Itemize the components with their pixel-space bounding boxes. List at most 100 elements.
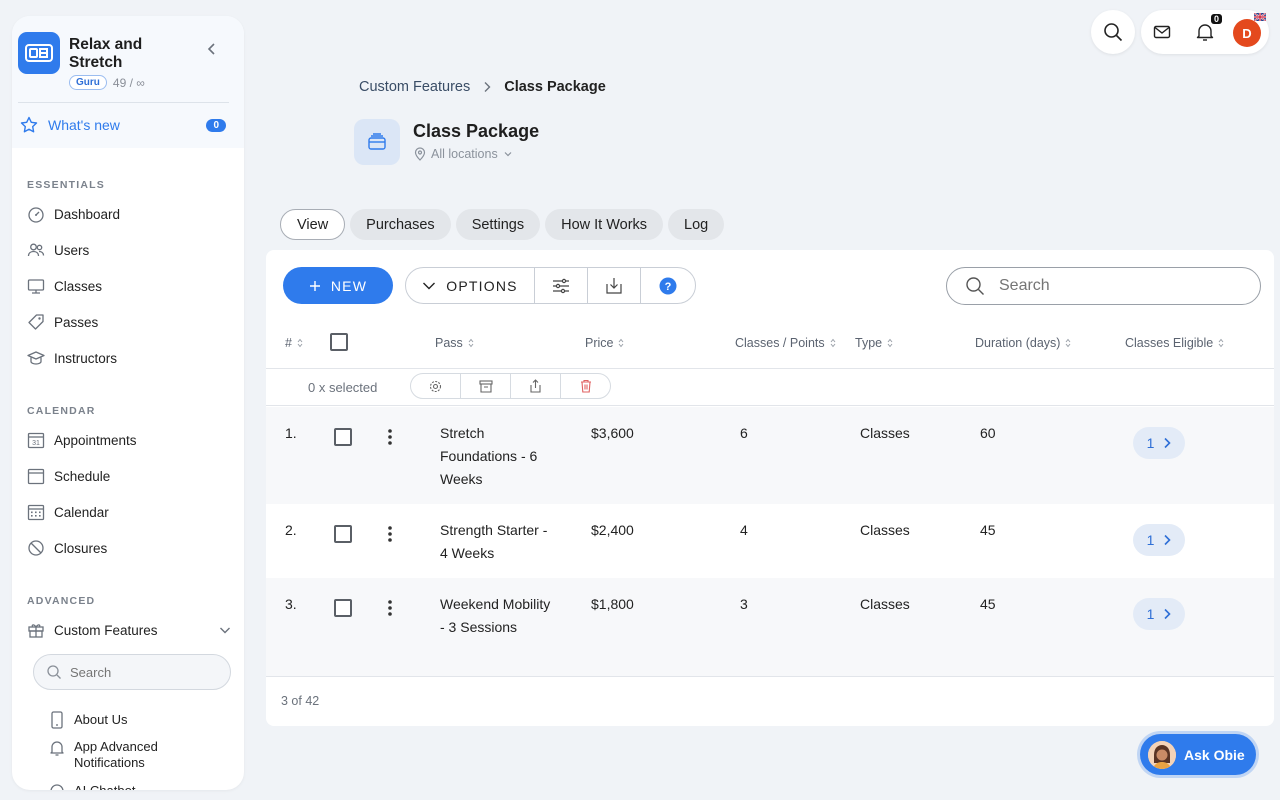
classes-eligible-button[interactable]: 1 [1133, 427, 1185, 459]
breadcrumb-current: Class Package [504, 79, 606, 95]
plan-badge: Guru [69, 75, 107, 90]
tab-log[interactable]: Log [668, 209, 725, 240]
section-essentials: ESSENTIALS [27, 179, 105, 191]
new-button[interactable]: NEW [283, 267, 393, 304]
business-logo[interactable] [18, 32, 60, 74]
sidebar-item-label: Classes [54, 278, 103, 294]
tab-settings[interactable]: Settings [455, 209, 541, 240]
column-label: Price [585, 336, 614, 350]
notifications-icon[interactable] [1196, 22, 1214, 42]
eligible-count: 1 [1146, 606, 1155, 622]
header-divider [266, 368, 1274, 369]
pass-classes: 6 [740, 425, 748, 441]
section-advanced: ADVANCED [27, 595, 96, 607]
column-header-number[interactable]: # [285, 336, 303, 350]
more-vertical-icon[interactable] [386, 599, 394, 617]
closures-icon [27, 539, 45, 557]
column-header-price[interactable]: Price [585, 336, 624, 350]
sidebar-item-custom-features[interactable]: Custom Features [27, 617, 232, 643]
more-vertical-icon[interactable] [386, 525, 394, 543]
map-pin-icon [414, 147, 426, 161]
sort-icon [618, 338, 624, 348]
plus-icon [309, 280, 321, 292]
sidebar-search-input[interactable] [70, 664, 210, 680]
sidebar-item-closures[interactable]: Closures [27, 535, 232, 561]
tab-how-it-works[interactable]: How It Works [545, 209, 664, 240]
column-header-pass[interactable]: Pass [435, 336, 474, 350]
bulk-archive-button[interactable] [461, 374, 511, 398]
row-checkbox[interactable] [334, 525, 352, 543]
table-row[interactable]: 1. Stretch Foundations - 6 Weeks $3,600 … [266, 407, 1274, 504]
sidebar-search[interactable] [33, 654, 231, 690]
sidebar-subitem-app-advanced-notifications[interactable]: App Advanced Notifications [49, 739, 232, 771]
sort-icon [1065, 338, 1071, 348]
sidebar-item-label: Dashboard [54, 206, 121, 222]
sidebar-subitem-label: App Advanced Notifications [74, 739, 158, 770]
collapse-sidebar-icon[interactable] [204, 41, 220, 57]
table-row[interactable]: 2. Strength Starter - 4 Weeks $2,400 4 C… [266, 504, 1274, 578]
tab-purchases[interactable]: Purchases [350, 209, 451, 240]
top-actions: 0 D [1141, 10, 1269, 54]
row-checkbox[interactable] [334, 599, 352, 617]
breadcrumb-custom-features[interactable]: Custom Features [359, 79, 470, 95]
instructors-icon [27, 349, 45, 367]
row-checkbox[interactable] [334, 428, 352, 446]
download-button[interactable] [588, 268, 641, 303]
sidebar-item-instructors[interactable]: Instructors [27, 345, 232, 371]
sidebar-item-label: Instructors [54, 350, 118, 366]
ask-obie-button[interactable]: Ask Obie [1140, 734, 1256, 775]
column-header-classes-eligible[interactable]: Classes Eligible [1125, 336, 1224, 350]
table-row[interactable]: 3. Weekend Mobility - 3 Sessions $1,800 … [266, 578, 1274, 676]
sidebar-item-classes[interactable]: Classes [27, 273, 232, 299]
user-avatar[interactable]: D [1233, 19, 1261, 47]
pass-name[interactable]: Stretch Foundations - 6 Weeks [440, 422, 558, 491]
tab-view[interactable]: View [280, 209, 346, 240]
select-all-checkbox[interactable] [330, 333, 348, 351]
gear-icon [429, 380, 442, 393]
pass-name[interactable]: Weekend Mobility - 3 Sessions [440, 593, 558, 639]
eligible-count: 1 [1146, 435, 1155, 451]
column-label: Classes Eligible [1125, 336, 1214, 350]
more-vertical-icon[interactable] [386, 428, 394, 446]
sidebar-item-dashboard[interactable]: Dashboard [27, 201, 232, 227]
bell-icon [49, 739, 65, 771]
chevron-down-icon[interactable] [218, 623, 232, 637]
bulk-delete-button[interactable] [561, 374, 610, 398]
global-search-button[interactable] [1091, 10, 1135, 54]
classes-eligible-button[interactable]: 1 [1133, 524, 1185, 556]
sidebar: Relax and Stretch Guru 49 / ∞ What's new… [12, 16, 244, 790]
filter-button[interactable] [535, 268, 588, 303]
sidebar-item-label: Schedule [54, 468, 111, 484]
chevron-down-icon [422, 279, 436, 293]
sidebar-item-passes[interactable]: Passes [27, 309, 232, 335]
search-icon [46, 664, 62, 680]
whats-new-item[interactable]: What's new 0 [20, 116, 226, 134]
pass-classes: 3 [740, 596, 748, 612]
whats-new-count: 0 [206, 118, 226, 132]
uk-flag-icon[interactable] [1254, 13, 1266, 21]
bulk-export-button[interactable] [511, 374, 561, 398]
options-button[interactable]: OPTIONS [406, 268, 535, 303]
location-selector[interactable]: All locations [414, 147, 513, 161]
bulk-settings-button[interactable] [411, 374, 461, 398]
selected-count: 0 x selected [308, 380, 378, 395]
mail-icon[interactable] [1153, 23, 1171, 41]
sidebar-item-appointments[interactable]: 31 Appointments [27, 427, 232, 453]
column-header-classes-points[interactable]: Classes / Points [735, 336, 836, 350]
sidebar-subitem-ai-chatbot[interactable]: AI Chatbot [49, 782, 232, 790]
sidebar-item-schedule[interactable]: Schedule [27, 463, 232, 489]
sidebar-item-label: Closures [54, 540, 108, 556]
chatbot-icon [49, 782, 65, 790]
pass-name[interactable]: Strength Starter - 4 Weeks [440, 519, 558, 565]
column-header-duration[interactable]: Duration (days) [975, 336, 1071, 350]
help-button[interactable]: ? [641, 268, 694, 303]
sidebar-item-users[interactable]: Users [27, 237, 232, 263]
svg-text:?: ? [664, 281, 671, 293]
column-header-type[interactable]: Type [855, 336, 893, 350]
sidebar-subitem-about-us[interactable]: About Us [49, 711, 232, 729]
table-search[interactable] [946, 267, 1261, 305]
sidebar-item-calendar[interactable]: Calendar [27, 499, 232, 525]
phone-icon [49, 711, 65, 729]
classes-eligible-button[interactable]: 1 [1133, 598, 1185, 630]
table-search-input[interactable] [999, 277, 1229, 295]
